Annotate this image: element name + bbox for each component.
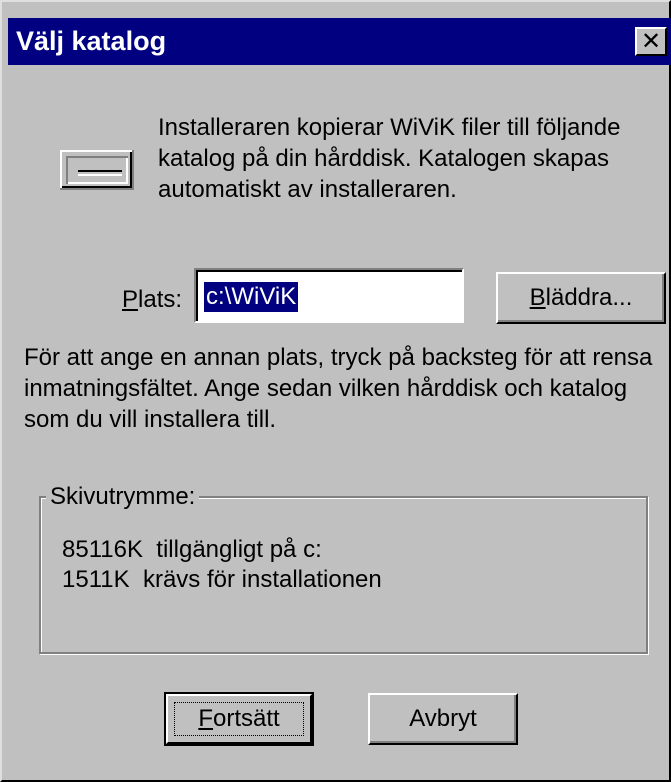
location-label-mnemonic: P [122, 286, 139, 313]
continue-button-mnemonic: F [198, 705, 213, 732]
browse-button-mnemonic: B [529, 284, 546, 311]
cancel-button-label: Avbryt [409, 705, 477, 732]
continue-button[interactable]: Fortsätt [164, 692, 314, 746]
browse-button-rest: läddra... [545, 284, 633, 311]
location-input[interactable]: c:\WiViK [194, 268, 464, 323]
continue-button-rest: ortsätt [212, 705, 280, 732]
browse-button[interactable]: Bläddra... [496, 272, 666, 324]
location-label-rest: lats: [138, 286, 183, 313]
disk-space-title: Skivutrymme: [46, 483, 200, 511]
title-bar[interactable]: Välj katalog ✕ [8, 18, 671, 65]
window-title: Välj katalog [16, 26, 167, 56]
dialog-window: Välj katalog ✕ Installeraren kopierar Wi… [0, 0, 671, 782]
disk-space-available: 85116K tillgängligt på c: [62, 536, 322, 563]
location-label: Plats: [122, 285, 182, 315]
close-icon: ✕ [640, 27, 662, 55]
intro-description: Installeraren kopierar WiViK filer till … [158, 114, 621, 203]
continue-button-label: Fortsätt [166, 704, 312, 734]
hard-drive-icon [60, 150, 134, 190]
close-button[interactable]: ✕ [635, 27, 667, 56]
location-input-value: c:\WiViK [204, 282, 299, 312]
browse-button-label: Bläddra... [498, 283, 664, 313]
disk-space-required: 1511K krävs för installationen [62, 566, 382, 593]
instructions-text: För att ange en annan plats, tryck på ba… [24, 344, 653, 433]
cancel-button[interactable]: Avbryt [368, 693, 518, 745]
